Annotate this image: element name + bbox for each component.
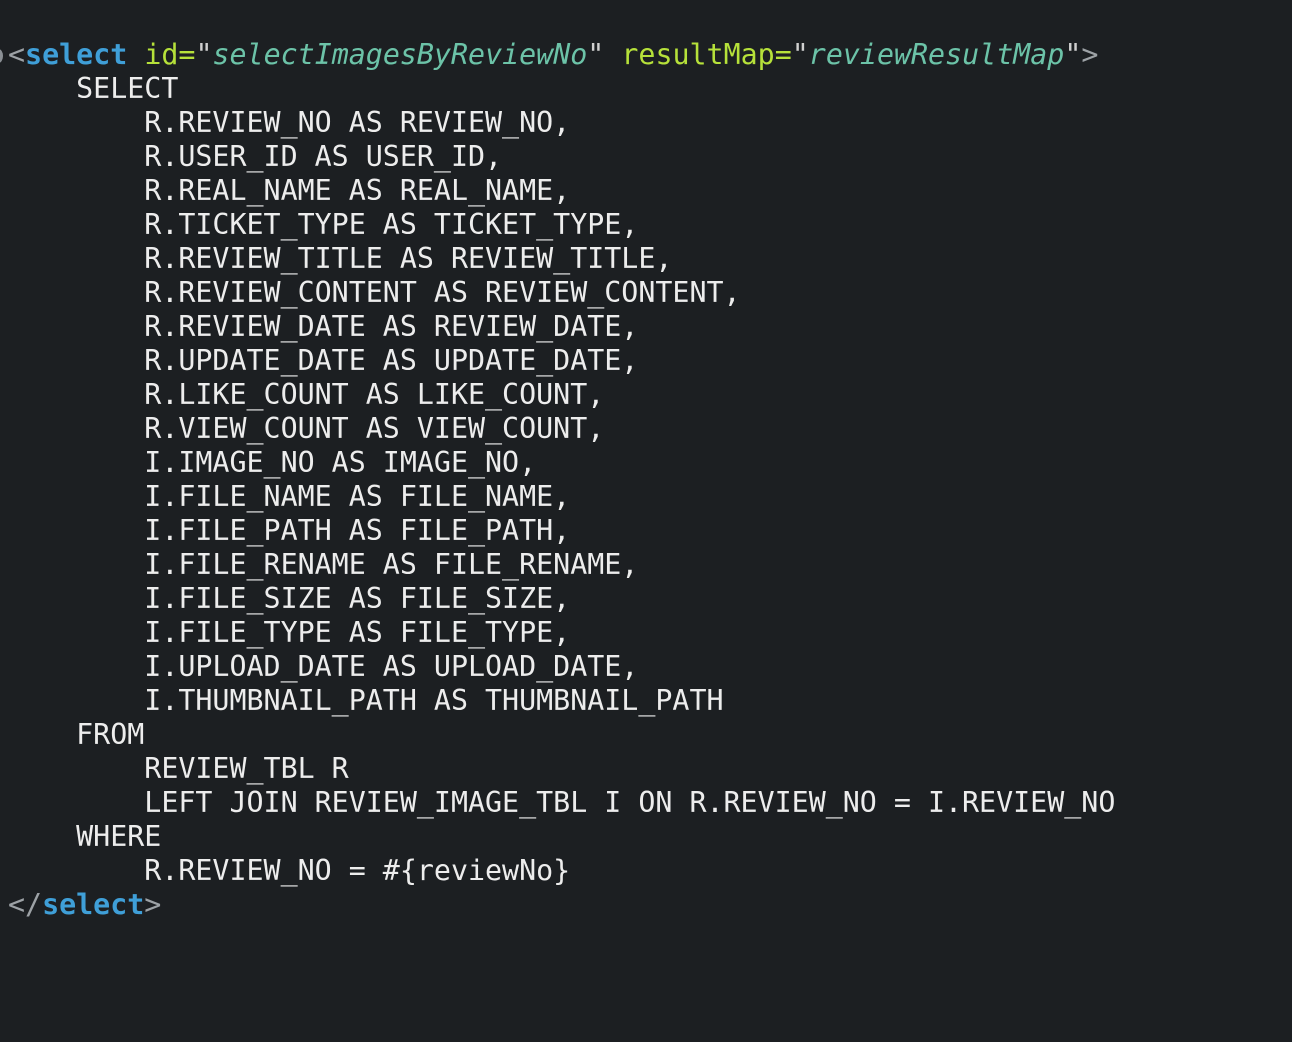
attribute-equals: = — [178, 38, 196, 71]
code-area[interactable]: <select id="selectImagesByReviewNo" resu… — [8, 38, 1115, 922]
code-line: LEFT JOIN REVIEW_IMAGE_TBL I ON R.REVIEW… — [8, 786, 1116, 819]
code-line: R.USER_ID AS USER_ID, — [8, 140, 503, 173]
code-line: I.FILE_RENAME AS FILE_RENAME, — [8, 548, 639, 581]
code-line: I.FILE_TYPE AS FILE_TYPE, — [8, 616, 571, 649]
attribute-quote: " — [195, 38, 213, 71]
attribute-equals: = — [774, 38, 792, 71]
fold-marker-icon[interactable] — [0, 49, 3, 63]
code-line: I.IMAGE_NO AS IMAGE_NO, — [8, 446, 537, 479]
code-editor[interactable]: <select id="selectImagesByReviewNo" resu… — [0, 0, 1292, 1042]
code-line: R.REVIEW_NO AS REVIEW_NO, — [8, 106, 571, 139]
attribute-name: id — [144, 38, 179, 71]
code-line: SELECT — [8, 72, 179, 105]
code-line: FROM — [8, 718, 145, 751]
attribute-quote: " — [587, 38, 605, 71]
code-line-open-tag: <select id="selectImagesByReviewNo" resu… — [8, 38, 1115, 72]
tag-close-bracket: > — [144, 888, 162, 921]
code-line: R.UPDATE_DATE AS UPDATE_DATE, — [8, 344, 639, 377]
code-line: REVIEW_TBL R — [8, 752, 349, 785]
code-line: R.VIEW_COUNT AS VIEW_COUNT, — [8, 412, 605, 445]
code-line: I.UPLOAD_DATE AS UPLOAD_DATE, — [8, 650, 639, 683]
tag-name: select — [42, 888, 145, 921]
code-line: R.REVIEW_TITLE AS REVIEW_TITLE, — [8, 242, 673, 275]
code-line: R.REVIEW_DATE AS REVIEW_DATE, — [8, 310, 639, 343]
code-line: I.FILE_NAME AS FILE_NAME, — [8, 480, 571, 513]
tag-name: select — [25, 38, 128, 71]
tag-close-bracket: > — [1081, 38, 1099, 71]
code-line: R.REAL_NAME AS REAL_NAME, — [8, 174, 571, 207]
attribute-quote: " — [1064, 38, 1082, 71]
code-line: R.REVIEW_CONTENT AS REVIEW_CONTENT, — [8, 276, 741, 309]
code-line: WHERE — [8, 820, 162, 853]
code-line: R.TICKET_TYPE AS TICKET_TYPE, — [8, 208, 639, 241]
attribute-quote: " — [791, 38, 809, 71]
attribute-name: resultMap — [621, 38, 775, 71]
tag-open-bracket: </ — [8, 888, 43, 921]
attribute-value: selectImagesByReviewNo — [212, 38, 588, 71]
code-line-close-tag: </select> — [8, 888, 1115, 922]
code-line: I.FILE_PATH AS FILE_PATH, — [8, 514, 571, 547]
tag-open-bracket: < — [8, 38, 26, 71]
code-line: R.REVIEW_NO = #{reviewNo} — [8, 854, 571, 887]
code-line: R.LIKE_COUNT AS LIKE_COUNT, — [8, 378, 605, 411]
code-line: I.FILE_SIZE AS FILE_SIZE, — [8, 582, 571, 615]
code-line: I.THUMBNAIL_PATH AS THUMBNAIL_PATH — [8, 684, 724, 717]
attribute-value: reviewResultMap — [808, 38, 1065, 71]
